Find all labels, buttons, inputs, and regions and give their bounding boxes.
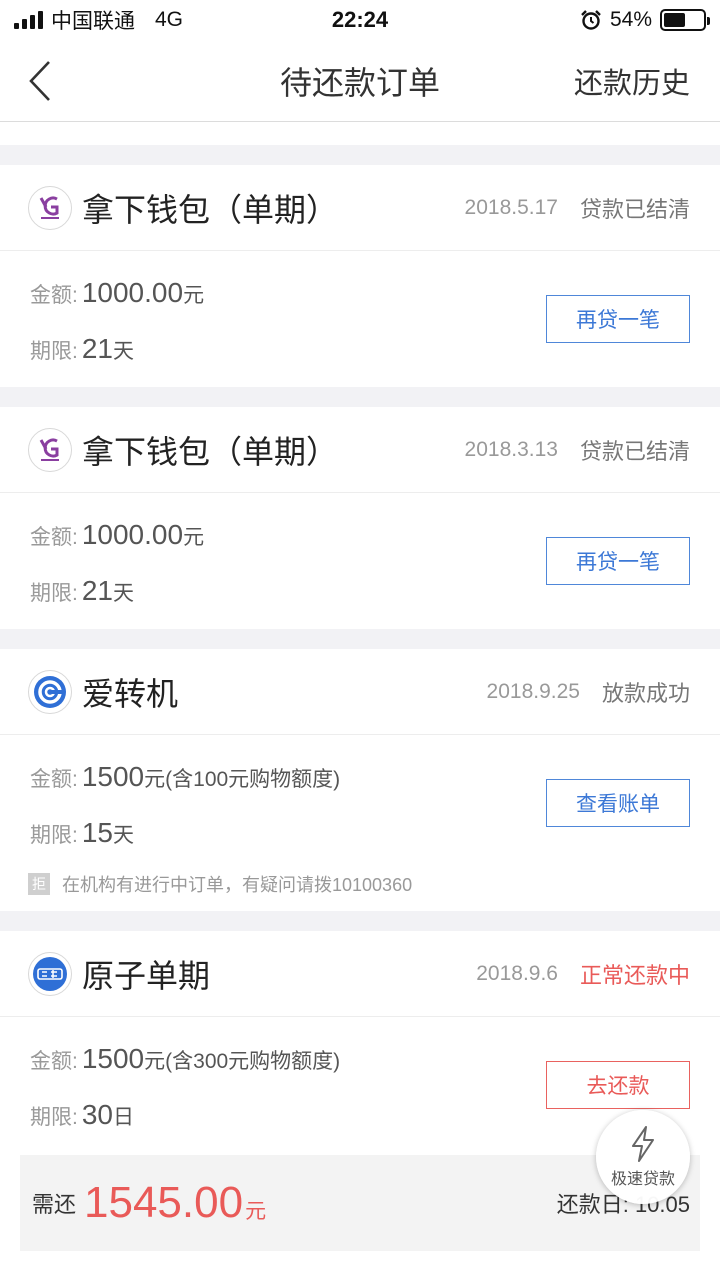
amount-label: 金额: [30, 768, 78, 791]
lender-name: 拿下钱包（单期） [82, 433, 339, 470]
page-title: 待还款订单 [279, 64, 440, 101]
notice-text: 在机构有进行中订单，有疑问请拨10100360 [62, 875, 413, 895]
lender-name: 拿下钱包（单期） [82, 191, 339, 228]
amount-extra: (含300元购物额度) [165, 1050, 341, 1073]
battery-icon [660, 9, 710, 31]
lightning-icon [632, 1126, 654, 1162]
amount-unit: 元 [144, 768, 166, 791]
order-body: 金额: 1000.00 元 期限: 21 天 再贷一笔 [0, 251, 720, 387]
view-bill-button[interactable]: 查看账单 [546, 779, 690, 827]
amount-label: 金额: [30, 526, 78, 549]
term-value: 21 [81, 575, 113, 606]
term-unit: 天 [113, 340, 134, 363]
battery-fill [664, 13, 685, 27]
aizhuanji-logo-icon [28, 669, 72, 714]
nagian-wallet-logo-icon [28, 185, 72, 230]
amount-value: 1500 [81, 1043, 145, 1074]
amount-label: 金额: [30, 284, 78, 307]
divider [0, 145, 720, 165]
battery-percent: 54% [609, 8, 652, 31]
reloan-button[interactable]: 再贷一笔 [546, 295, 690, 343]
order-body: 金额: 1000.00 元 期限: 21 天 再贷一笔 [0, 493, 720, 629]
amount-unit: 元 [144, 1050, 166, 1073]
alarm-icon [581, 10, 601, 30]
term-value: 30 [81, 1099, 113, 1130]
order-card: 拿下钱包（单期） 2018.5.17 贷款已结清 金额: 1000.00 元 期… [0, 165, 720, 387]
amount-extra: (含100元购物额度) [165, 768, 341, 791]
term-label: 期限: [30, 582, 78, 605]
order-date: 2018.9.25 [486, 679, 580, 703]
order-header: 爱转机 2018.9.25 放款成功 [0, 649, 720, 735]
term-unit: 天 [113, 824, 134, 847]
amount-value: 1000.00 [81, 277, 184, 308]
order-list: 拿下钱包（单期） 2018.5.17 贷款已结清 金额: 1000.00 元 期… [0, 145, 720, 1251]
order-card: 拿下钱包（单期） 2018.3.13 贷款已结清 金额: 1000.00 元 期… [0, 407, 720, 629]
rejected-badge: 拒 [28, 873, 50, 895]
status-left: 中国联通 4G [14, 5, 183, 35]
lender-name: 原子单期 [82, 957, 211, 994]
order-date: 2018.9.6 [476, 961, 558, 985]
amount-unit: 元 [183, 284, 205, 307]
nagian-wallet-logo-icon [28, 427, 72, 472]
order-status: 正常还款中 [579, 962, 690, 988]
lender-name: 爱转机 [82, 675, 179, 712]
order-status: 放款成功 [601, 680, 690, 706]
order-card: 爱转机 2018.9.25 放款成功 金额: 1500 元 (含100元购物额度… [0, 649, 720, 911]
amount-value: 1500 [81, 761, 145, 792]
back-button[interactable] [22, 58, 58, 104]
term-unit: 天 [113, 582, 134, 605]
order-date: 2018.3.13 [464, 437, 558, 461]
status-bar: 中国联通 4G 22:24 54% [0, 0, 720, 40]
order-header: 拿下钱包（单期） 2018.3.13 贷款已结清 [0, 407, 720, 493]
order-body: 金额: 1500 元 (含100元购物额度) 期限: 15 天 查看账单 [0, 735, 720, 865]
amount-value: 1000.00 [81, 519, 184, 550]
term-label: 期限: [30, 340, 78, 363]
divider [0, 911, 720, 931]
yuanzi-logo-icon [28, 951, 72, 996]
divider [0, 629, 720, 649]
network-type: 4G [155, 8, 184, 31]
amount-label: 金额: [30, 1050, 78, 1073]
term-label: 期限: [30, 1106, 78, 1129]
repayment-history-link[interactable]: 还款历史 [574, 60, 690, 102]
quick-loan-button[interactable]: 极速贷款 [596, 1110, 690, 1204]
term-value: 15 [81, 817, 113, 848]
amount-unit: 元 [183, 526, 205, 549]
order-status: 贷款已结清 [579, 438, 690, 464]
reloan-button[interactable]: 再贷一笔 [546, 537, 690, 585]
nav-bar: 待还款订单 还款历史 [0, 40, 720, 122]
divider [0, 387, 720, 407]
order-status: 贷款已结清 [579, 196, 690, 222]
order-date: 2018.5.17 [464, 195, 558, 219]
order-card: 原子单期 2018.9.6 正常还款中 金额: 1500 元 (含300元购物额… [0, 931, 720, 1251]
term-value: 21 [81, 333, 113, 364]
due-label: 需还 [32, 1192, 77, 1217]
order-header: 拿下钱包（单期） 2018.5.17 贷款已结清 [0, 165, 720, 251]
order-header: 原子单期 2018.9.6 正常还款中 [0, 931, 720, 1017]
carrier-name: 中国联通 [51, 10, 135, 33]
chevron-left-icon [29, 61, 50, 101]
term-label: 期限: [30, 824, 78, 847]
due-unit: 元 [245, 1200, 267, 1223]
quick-loan-label: 极速贷款 [610, 1171, 675, 1188]
repay-button[interactable]: 去还款 [546, 1061, 690, 1109]
due-amount: 1545.00 [84, 1178, 244, 1227]
signal-icon [14, 11, 43, 29]
term-unit: 日 [113, 1106, 134, 1129]
status-right: 54% [580, 8, 710, 32]
